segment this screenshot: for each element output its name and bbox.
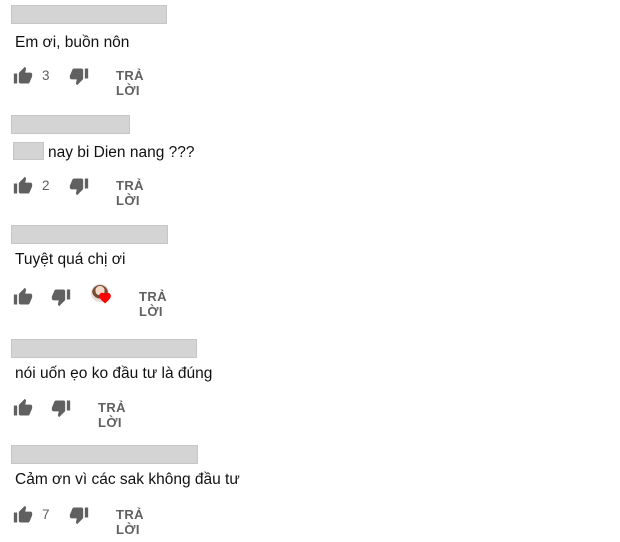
- thumbs-down-icon[interactable]: [69, 505, 89, 525]
- comment-text: Tuyệt quá chị ơi: [15, 251, 126, 268]
- reply-button[interactable]: TRẢ LỜI: [116, 507, 144, 537]
- like-count: 2: [42, 178, 50, 193]
- thumbs-up-icon[interactable]: [13, 398, 33, 418]
- author-name-redacted[interactable]: [11, 339, 197, 358]
- thumbs-down-icon[interactable]: [51, 398, 71, 418]
- reply-button[interactable]: TRẢ LỜI: [116, 178, 144, 208]
- comment-text: Em ơi, buồn nôn: [15, 34, 130, 51]
- heart-icon: [99, 292, 111, 304]
- author-name-redacted[interactable]: [11, 445, 198, 464]
- creator-heart-badge: [91, 284, 117, 308]
- comment-text: nay bi Dien nang ???: [13, 142, 195, 163]
- reply-button[interactable]: TRẢ LỜI: [116, 68, 144, 98]
- comment-text: nói uốn ẹo ko đầu tư là đúng: [15, 365, 213, 382]
- thumbs-down-icon[interactable]: [69, 176, 89, 196]
- reply-button[interactable]: TRẢ LỜI: [98, 400, 126, 430]
- reply-button[interactable]: TRẢ LỜI: [139, 289, 167, 319]
- author-name-redacted[interactable]: [11, 225, 168, 244]
- comment-text-content: nay bi Dien nang ???: [48, 144, 195, 161]
- thumbs-down-icon[interactable]: [51, 287, 71, 307]
- mention-redacted[interactable]: [13, 142, 44, 160]
- thumbs-up-icon[interactable]: [13, 505, 33, 525]
- like-count: 7: [42, 507, 50, 522]
- like-count: 3: [42, 68, 50, 83]
- thumbs-up-icon[interactable]: [13, 66, 33, 86]
- thumbs-down-icon[interactable]: [69, 66, 89, 86]
- thumbs-up-icon[interactable]: [13, 287, 33, 307]
- thumbs-up-icon[interactable]: [13, 176, 33, 196]
- author-name-redacted[interactable]: [11, 115, 130, 134]
- author-name-redacted[interactable]: [11, 5, 167, 24]
- comment-text: Cảm ơn vì các sak không đầu tư: [15, 471, 240, 488]
